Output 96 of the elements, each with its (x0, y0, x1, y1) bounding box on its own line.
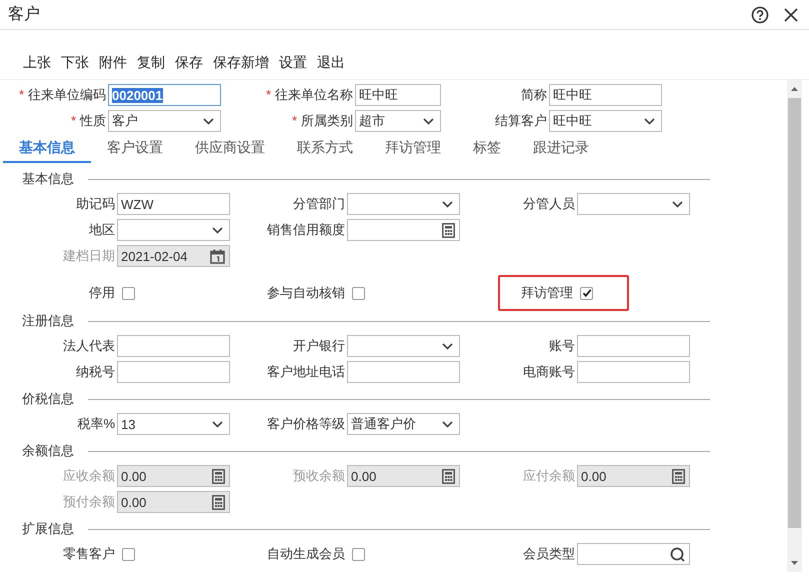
input-field[interactable] (577, 361, 690, 383)
dropdown[interactable]: 13 (117, 413, 230, 435)
checkbox[interactable] (352, 548, 365, 560)
toolbar-button[interactable]: 上张 (19, 51, 55, 75)
chevron-icon[interactable] (442, 343, 453, 350)
input-field[interactable] (117, 335, 230, 357)
field-label: 账号 (548, 337, 575, 355)
tab[interactable]: 基本信息 (3, 136, 91, 163)
section-title: 扩展信息 (22, 520, 74, 538)
field-label: 助记码 (75, 195, 115, 213)
required-mark: * (70, 113, 76, 128)
scrollbar[interactable] (787, 80, 802, 572)
input-field[interactable] (577, 335, 690, 357)
toolbar-button[interactable]: 附件 (95, 51, 131, 75)
tab[interactable]: 标签 (457, 136, 517, 163)
dropdown[interactable]: 客户 (108, 110, 221, 132)
section-title: 注册信息 (22, 312, 74, 330)
checkbox[interactable] (122, 286, 135, 300)
field-label: 法人代表 (62, 337, 115, 355)
checkbox[interactable] (352, 286, 365, 300)
field-label: 地区 (88, 221, 115, 239)
input-field[interactable]: WZW (117, 193, 230, 215)
help-icon[interactable] (751, 6, 769, 24)
text-field[interactable]: 旺中旺 (355, 84, 441, 106)
window-title: 客户 (8, 4, 41, 25)
chevron-icon[interactable] (644, 118, 655, 125)
field-label: 停用 (88, 284, 115, 302)
field-label: 性质 (80, 113, 106, 128)
calculator-icon[interactable] (442, 469, 455, 484)
chevron-icon[interactable] (442, 421, 453, 428)
field-label: 自动生成会员 (266, 545, 345, 563)
field-label: 开户银行 (292, 337, 345, 355)
text-field[interactable]: 旺中旺 (549, 84, 662, 106)
field-label: 结算客户 (495, 113, 547, 128)
toolbar-button[interactable]: 保存新增 (209, 51, 273, 75)
dropdown[interactable]: 普通客户价 (347, 413, 460, 435)
chevron-icon[interactable] (212, 421, 223, 428)
field-label: 客户价格等级 (266, 415, 345, 433)
field-label: 纳税号 (75, 363, 115, 381)
tab[interactable]: 联系方式 (281, 136, 369, 163)
field-label: 建档日期 (62, 247, 115, 265)
calculator-icon[interactable] (672, 469, 685, 484)
toolbar-button[interactable]: 退出 (313, 51, 349, 75)
calendar-icon[interactable] (210, 249, 225, 264)
field-label: 所属类别 (301, 113, 353, 128)
required-mark: * (18, 87, 24, 102)
chevron-icon[interactable] (212, 227, 223, 234)
chevron-icon[interactable] (423, 118, 434, 125)
dropdown[interactable]: 旺中旺 (549, 110, 662, 132)
input-field[interactable] (117, 361, 230, 383)
input-field[interactable] (347, 219, 460, 241)
text-field[interactable]: 0020001 (108, 84, 221, 106)
section-title: 基本信息 (22, 170, 74, 188)
field-label: 分管人员 (522, 195, 575, 213)
chevron-icon[interactable] (672, 201, 683, 208)
tab[interactable]: 拜访管理 (369, 136, 457, 163)
field-label: 客户地址电话 (266, 363, 345, 381)
tab[interactable]: 客户设置 (91, 136, 179, 163)
calculator-icon[interactable] (212, 469, 225, 484)
checkbox[interactable] (122, 548, 135, 560)
toolbar-button[interactable]: 保存 (171, 51, 207, 75)
field-label: 往来单位名称 (275, 87, 353, 102)
input-field[interactable] (347, 361, 460, 383)
toolbar-button[interactable]: 下张 (57, 51, 93, 75)
toolbar-button[interactable]: 复制 (133, 51, 169, 75)
tab[interactable]: 供应商设置 (179, 136, 281, 163)
field-label: 分管部门 (292, 195, 345, 213)
field-label: 参与自动核销 (266, 284, 345, 302)
field-label: 应付余额 (522, 467, 575, 485)
required-mark: * (292, 113, 297, 128)
field-label: 税率% (76, 415, 115, 433)
field-label: 拜访管理 (520, 284, 573, 302)
search-icon[interactable] (670, 547, 685, 562)
dropdown[interactable]: 超市 (355, 110, 441, 132)
field-label: 往来单位编码 (28, 87, 106, 102)
field-label: 简称 (521, 87, 547, 102)
field-label: 电商账号 (522, 363, 575, 381)
checkbox[interactable] (580, 286, 593, 300)
chevron-icon[interactable] (442, 201, 453, 208)
calculator-icon[interactable] (442, 223, 455, 238)
required-mark: * (266, 87, 271, 102)
section-title: 价税信息 (22, 390, 74, 408)
calculator-icon[interactable] (212, 495, 225, 510)
field-label: 销售信用额度 (266, 221, 345, 239)
field-label: 预收余额 (292, 467, 345, 485)
field-label: 预付余额 (62, 493, 115, 511)
chevron-icon[interactable] (203, 118, 214, 125)
field-label: 应收余额 (62, 467, 115, 485)
field-label: 会员类型 (522, 545, 575, 563)
toolbar-button[interactable]: 设置 (275, 51, 311, 75)
tab[interactable]: 跟进记录 (517, 136, 605, 163)
scroll-thumb[interactable] (788, 98, 801, 528)
close-icon[interactable] (783, 6, 799, 22)
input-field[interactable] (577, 543, 690, 565)
field-label: 零售客户 (62, 545, 115, 563)
section-title: 余额信息 (22, 442, 74, 460)
